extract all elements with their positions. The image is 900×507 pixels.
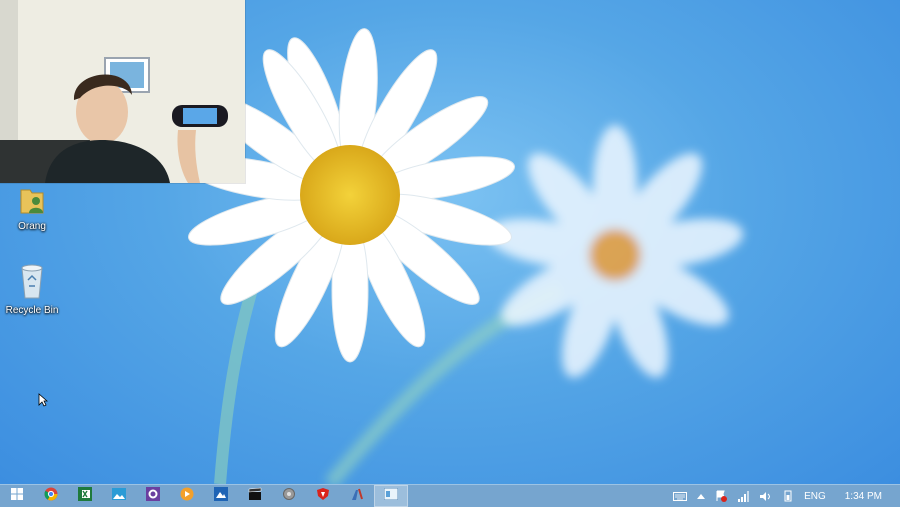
taskbar-app-onedrive[interactable] [204, 485, 238, 507]
shield-icon [316, 487, 330, 506]
battery-power-icon[interactable] [782, 490, 794, 502]
taskbar-app-clapper[interactable] [238, 485, 272, 507]
window-icon [383, 487, 399, 505]
photos-icon [112, 487, 126, 506]
media-player-icon [180, 487, 194, 506]
windows-logo-icon [11, 487, 23, 505]
webcam-video-frame [0, 0, 245, 183]
action-center-flag-icon[interactable] [715, 490, 728, 502]
system-tray: ENG 1:34 PM [668, 485, 900, 507]
clock-time[interactable]: 1:34 PM [845, 491, 882, 502]
show-hidden-icons-chevron-up-icon[interactable] [697, 493, 706, 499]
recycle-bin-icon [2, 262, 62, 303]
network-signal-icon[interactable] [737, 490, 750, 502]
start-button[interactable] [0, 485, 34, 507]
clapperboard-icon [248, 487, 262, 506]
excel-icon [78, 486, 92, 506]
taskbar-app-paint[interactable] [340, 485, 374, 507]
volume-speaker-icon[interactable] [759, 491, 772, 502]
desktop-icon-recycle-bin[interactable]: Recycle Bin [2, 262, 62, 316]
chrome-icon [44, 487, 58, 506]
taskbar-app-chrome[interactable] [34, 485, 68, 507]
webcam-overlay [0, 0, 245, 183]
desktop-icon-label: Orang [18, 221, 46, 232]
paint-icon [350, 487, 364, 506]
taskbar-app-photos[interactable] [102, 485, 136, 507]
desktop-icon-label: Recycle Bin [5, 305, 59, 316]
input-language-indicator[interactable]: ENG [804, 491, 826, 502]
desktop-icon-orang[interactable]: Orang [2, 186, 62, 232]
user-folder-icon [2, 186, 62, 219]
gear-icon [282, 487, 296, 506]
taskbar-app-excel[interactable] [68, 485, 102, 507]
mouse-cursor-icon [38, 393, 49, 412]
taskbar-app-shield[interactable] [306, 485, 340, 507]
taskbar-app-media[interactable] [170, 485, 204, 507]
taskbar-app-window[interactable] [374, 485, 408, 507]
onedrive-icon [214, 486, 228, 506]
taskbar-app-gear[interactable] [272, 485, 306, 507]
taskbar: ENG 1:34 PM [0, 484, 900, 507]
touch-keyboard-icon[interactable] [673, 491, 688, 501]
taskbar-app-settings[interactable] [136, 485, 170, 507]
purple-gear-icon [146, 486, 160, 506]
